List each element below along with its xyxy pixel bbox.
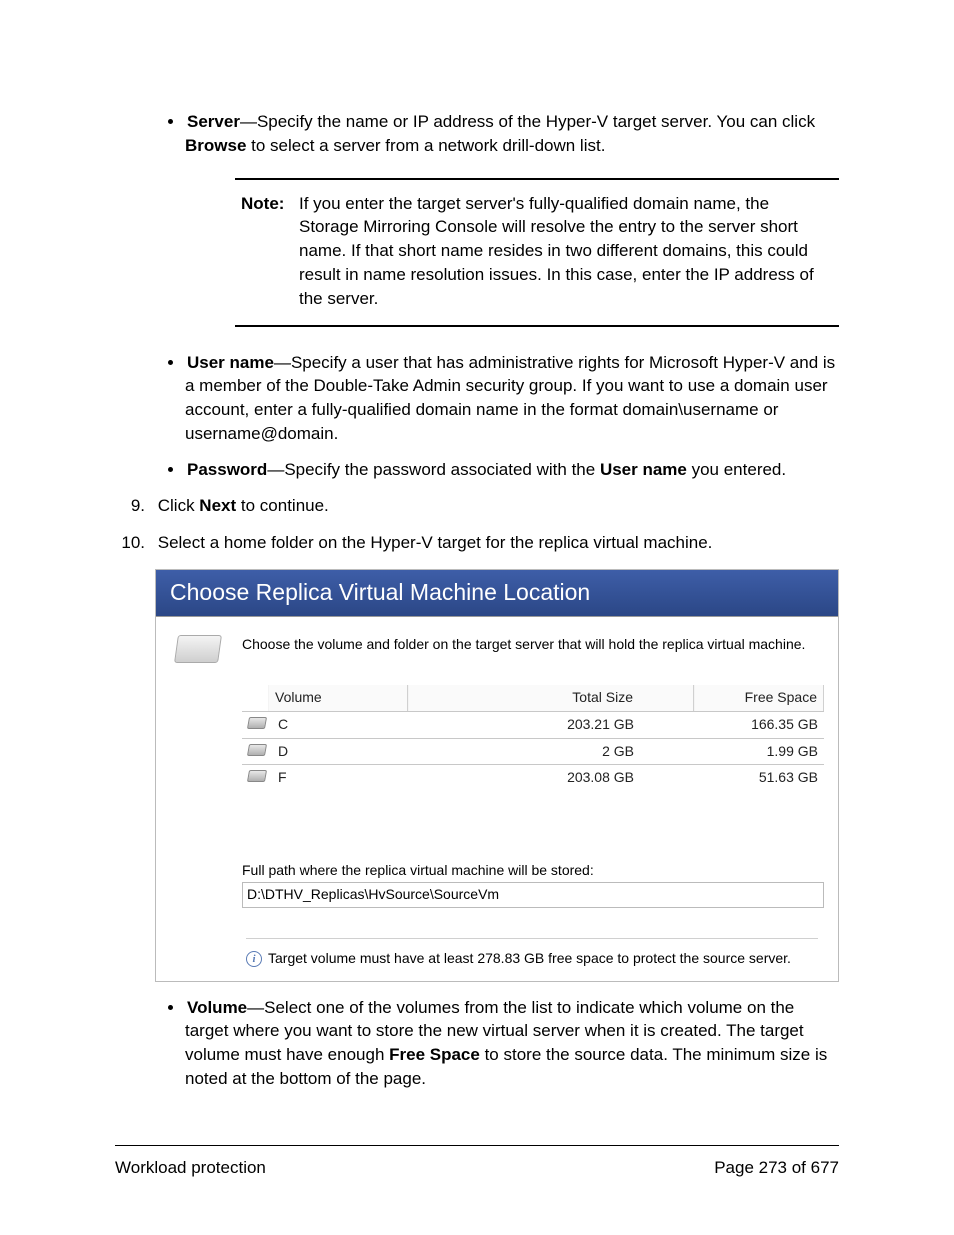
info-text: Target volume must have at least 278.83 … xyxy=(268,949,791,969)
cell-volume: D xyxy=(272,739,412,765)
table-header-row: Volume Total Size Free Space xyxy=(242,685,824,712)
cell-free: 1.99 GB xyxy=(694,739,824,765)
page-footer: Workload protection Page 273 of 677 xyxy=(115,1146,839,1180)
step-10-text: Select a home folder on the Hyper-V targ… xyxy=(150,531,836,555)
figure-description: Choose the volume and folder on the targ… xyxy=(242,635,805,671)
table-row[interactable]: C 203.21 GB 166.35 GB xyxy=(242,712,824,739)
path-input[interactable]: D:\DTHV_Replicas\HvSource\SourceVm xyxy=(242,882,824,908)
label-volume: Volume xyxy=(187,998,247,1017)
cell-volume: F xyxy=(272,765,412,791)
text-server-2: to select a server from a network drill-… xyxy=(246,136,605,155)
bullet-volume: Volume—Select one of the volumes from th… xyxy=(185,996,839,1091)
step-9-number: 9. xyxy=(115,494,145,518)
bullet-password: Password—Specify the password associated… xyxy=(185,458,839,482)
path-label: Full path where the replica virtual mach… xyxy=(242,861,818,881)
disk-icon xyxy=(247,770,267,782)
drive-icon xyxy=(176,635,224,671)
text-password-1: —Specify the password associated with th… xyxy=(267,460,600,479)
label-username: User name xyxy=(187,353,274,372)
bullet-username: User name—Specify a user that has admini… xyxy=(185,351,839,446)
cell-total: 2 GB xyxy=(412,739,694,765)
footer-page: Page 273 of 677 xyxy=(714,1156,839,1180)
info-row: i Target volume must have at least 278.8… xyxy=(246,938,818,973)
step-9-text-2: to continue. xyxy=(236,496,329,515)
cell-free: 166.35 GB xyxy=(694,712,824,738)
figure-title: Choose Replica Virtual Machine Location xyxy=(156,570,838,617)
table-row[interactable]: D 2 GB 1.99 GB xyxy=(242,739,824,766)
figure-replica-location: Choose Replica Virtual Machine Location … xyxy=(155,569,839,981)
text-password-2: you entered. xyxy=(687,460,786,479)
bullet-server: Server—Specify the name or IP address of… xyxy=(185,110,839,327)
col-volume[interactable]: Volume xyxy=(268,685,408,711)
label-password: Password xyxy=(187,460,267,479)
bullet-list-bottom: Volume—Select one of the volumes from th… xyxy=(115,996,839,1091)
text-username: —Specify a user that has administrative … xyxy=(185,353,835,443)
col-total-size[interactable]: Total Size xyxy=(408,685,694,711)
step-9-text-1: Click xyxy=(158,496,200,515)
label-browse: Browse xyxy=(185,136,246,155)
label-next: Next xyxy=(199,496,236,515)
text-server-1: —Specify the name or IP address of the H… xyxy=(240,112,815,131)
col-free-space[interactable]: Free Space xyxy=(694,685,824,711)
footer-section: Workload protection xyxy=(115,1156,266,1180)
bullet-list-top: Server—Specify the name or IP address of… xyxy=(115,110,839,482)
note-box: Note: If you enter the target server's f… xyxy=(235,178,839,327)
label-username-inline: User name xyxy=(600,460,687,479)
note-label: Note: xyxy=(241,192,299,311)
label-free-space: Free Space xyxy=(389,1045,480,1064)
step-10-number: 10. xyxy=(115,531,145,555)
cell-total: 203.21 GB xyxy=(412,712,694,738)
disk-icon xyxy=(247,717,267,729)
table-row[interactable]: F 203.08 GB 51.63 GB xyxy=(242,765,824,791)
note-body: If you enter the target server's fully-q… xyxy=(299,192,833,311)
volume-table: Volume Total Size Free Space C 203.21 GB… xyxy=(242,685,824,790)
disk-icon xyxy=(247,744,267,756)
cell-total: 203.08 GB xyxy=(412,765,694,791)
cell-volume: C xyxy=(272,712,412,738)
label-server: Server xyxy=(187,112,240,131)
info-icon: i xyxy=(246,951,262,967)
cell-free: 51.63 GB xyxy=(694,765,824,791)
